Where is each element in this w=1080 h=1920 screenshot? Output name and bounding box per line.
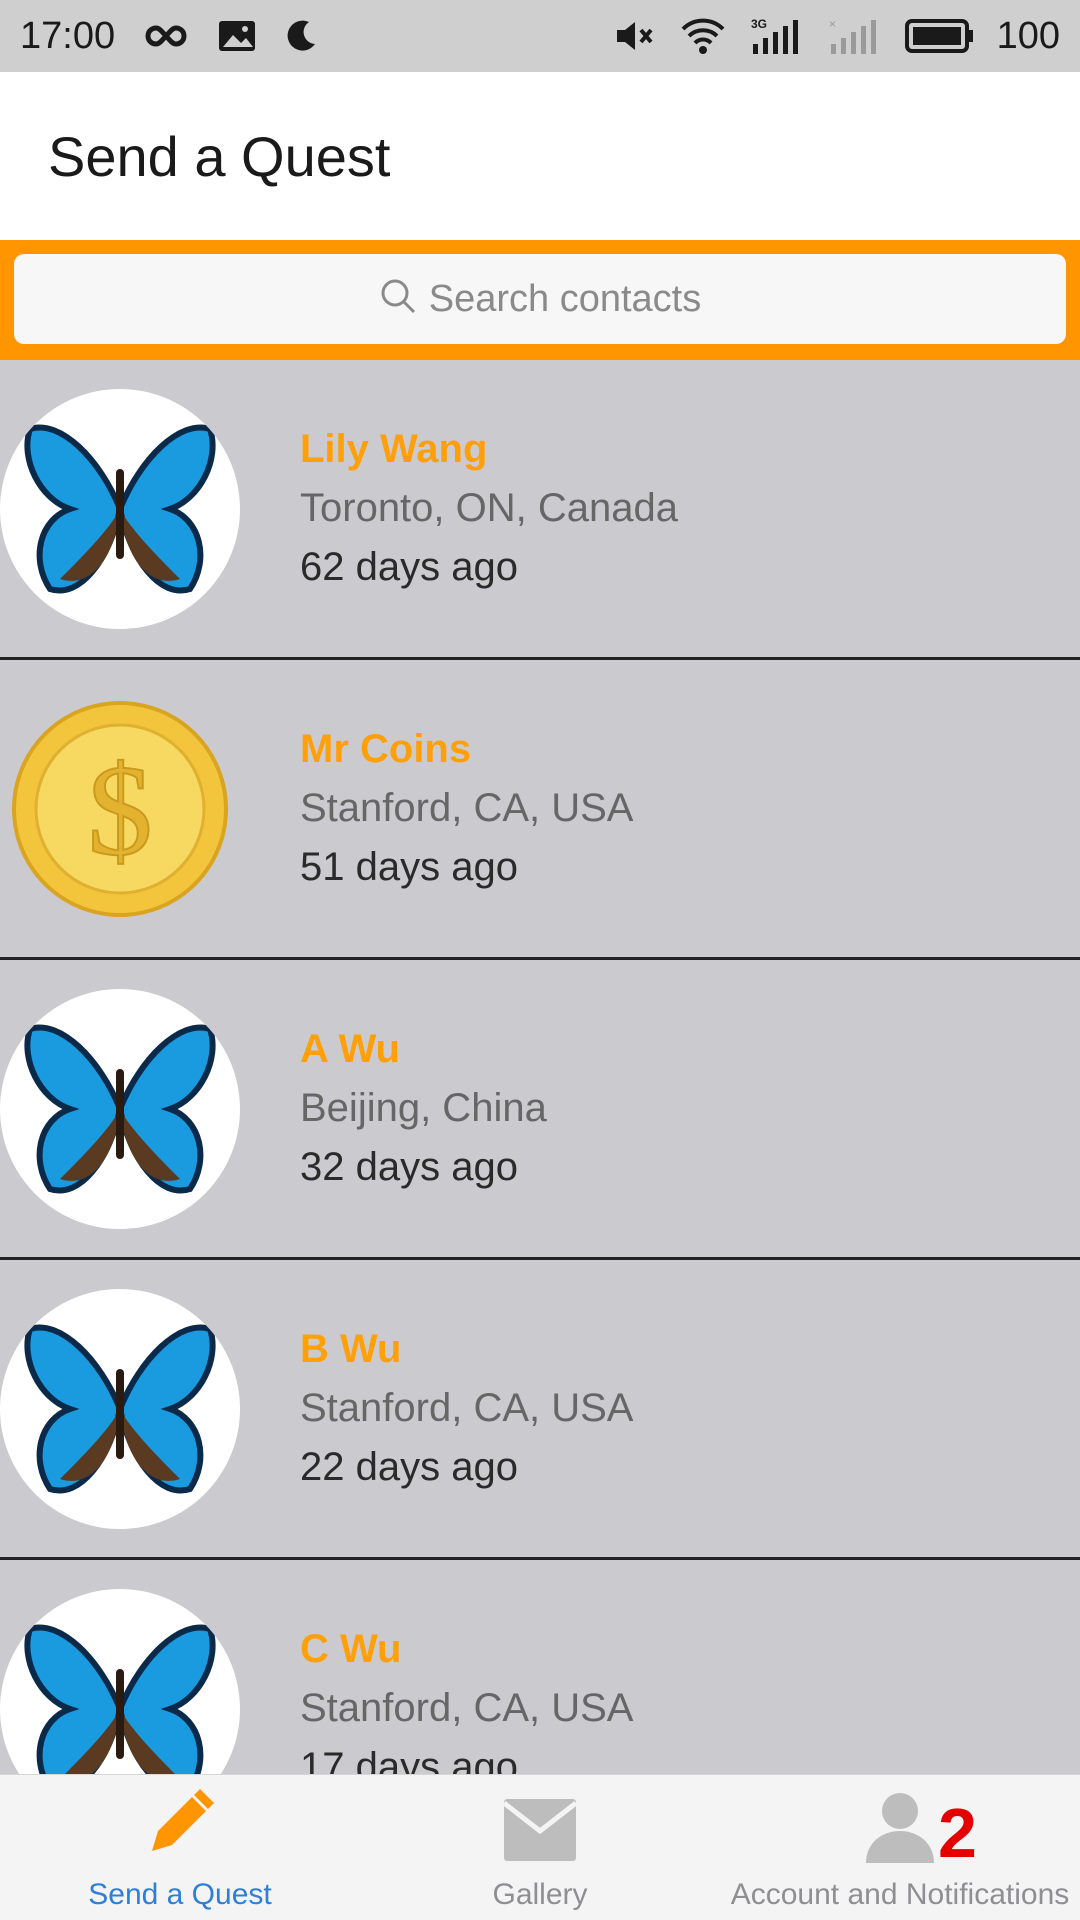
search-icon <box>379 277 419 322</box>
contact-name: B Wu <box>300 1327 402 1371</box>
contact-name: Lily Wang <box>300 427 488 471</box>
notification-badge: 2 <box>938 1794 977 1872</box>
tab-label: Account and Notifications <box>730 1878 1070 1911</box>
contact-list: Lily Wang Toronto, ON, Canada 62 days ag… <box>0 360 1080 1774</box>
page-title: Send a Quest <box>48 124 391 188</box>
contact-row[interactable]: B Wu Stanford, CA, USA 22 days ago <box>0 1260 1080 1560</box>
signal-none-icon: × <box>827 16 883 56</box>
mute-icon <box>613 18 657 54</box>
contact-location: Beijing, China <box>300 1086 547 1130</box>
battery-level: 100 <box>996 14 1060 57</box>
svg-text:×: × <box>829 17 836 31</box>
contact-row[interactable]: $ Mr Coins Stanford, CA, USA 51 days ago <box>0 660 1080 960</box>
tab-account-and-notifications[interactable]: 2 Account and Notifications <box>720 1775 1080 1920</box>
status-time: 17:00 <box>20 14 116 57</box>
infinity-icon <box>141 21 191 51</box>
status-bar: 17:00 3G × 100 <box>0 0 1080 72</box>
tab-label: Send a Quest <box>88 1878 272 1911</box>
contact-row[interactable]: A Wu Beijing, China 32 days ago <box>0 960 1080 1260</box>
signal-3g-icon: 3G <box>749 16 805 56</box>
contact-time: 51 days ago <box>300 845 518 889</box>
contact-location: Stanford, CA, USA <box>300 786 634 830</box>
image-icon <box>217 19 257 53</box>
envelope-icon <box>500 1793 580 1872</box>
contact-time: 17 days ago <box>300 1745 518 1774</box>
tab-gallery[interactable]: Gallery <box>360 1775 720 1920</box>
contact-row[interactable]: Lily Wang Toronto, ON, Canada 62 days ag… <box>0 360 1080 660</box>
contact-name: C Wu <box>300 1627 402 1671</box>
contact-location: Stanford, CA, USA <box>300 1686 634 1730</box>
svg-text:3G: 3G <box>751 17 767 31</box>
butterfly-avatar <box>0 1288 240 1529</box>
contact-location: Toronto, ON, Canada <box>300 486 678 530</box>
search-input[interactable]: Search contacts <box>14 254 1066 344</box>
butterfly-avatar <box>0 988 240 1229</box>
person-icon <box>860 1787 940 1872</box>
pencil-icon <box>140 1787 220 1872</box>
tab-label: Gallery <box>492 1878 588 1911</box>
contact-name: A Wu <box>300 1027 400 1071</box>
contact-name: Mr Coins <box>300 727 472 771</box>
contact-time: 32 days ago <box>300 1145 518 1189</box>
bottom-tab-bar: Send a Quest Gallery 2 Account and Notif… <box>0 1774 1080 1920</box>
contact-location: Stanford, CA, USA <box>300 1386 634 1430</box>
app-header: Send a Quest <box>0 72 1080 240</box>
battery-icon <box>904 18 975 54</box>
search-bar: Search contacts <box>0 240 1080 360</box>
contact-time: 22 days ago <box>300 1445 518 1489</box>
search-placeholder: Search contacts <box>428 277 702 320</box>
coin-avatar: $ <box>0 689 240 929</box>
butterfly-avatar <box>0 1588 240 1774</box>
contact-row[interactable]: C Wu Stanford, CA, USA 17 days ago <box>0 1560 1080 1774</box>
svg-text:$: $ <box>88 739 153 883</box>
tab-send-a-quest[interactable]: Send a Quest <box>0 1775 360 1920</box>
contact-time: 62 days ago <box>300 545 518 589</box>
butterfly-avatar <box>0 388 240 629</box>
wifi-icon <box>679 17 727 55</box>
moon-icon <box>283 18 319 54</box>
